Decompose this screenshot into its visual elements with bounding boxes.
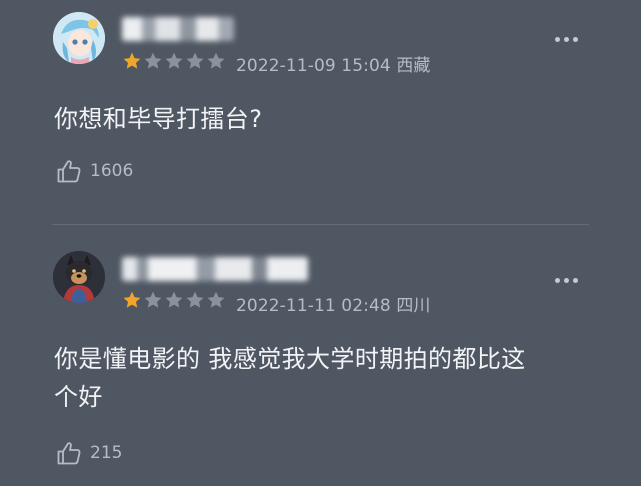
star-filled-icon <box>123 291 141 308</box>
comment-card: 2022-11-11 02:48 四川 你是懂电影的 我感觉我大学时期拍的都比这… <box>0 225 641 486</box>
username-blurred[interactable] <box>122 257 308 281</box>
star-filled-icon <box>123 52 141 69</box>
more-options-icon[interactable] <box>555 277 581 283</box>
thumbs-up-icon <box>57 160 81 183</box>
star-empty-icon <box>186 291 204 308</box>
more-options-icon[interactable] <box>555 36 581 42</box>
star-empty-icon <box>144 52 162 69</box>
avatar[interactable] <box>53 12 105 64</box>
comment-meta: 2022-11-09 15:04 西藏 <box>236 51 431 76</box>
avatar[interactable] <box>53 251 105 303</box>
comment-card: 2022-11-09 15:04 西藏 你想和毕导打擂台? 1606 <box>0 0 641 224</box>
thumbs-up-icon <box>57 442 81 465</box>
comment-region: 西藏 <box>396 56 431 76</box>
like-button[interactable]: 1606 <box>56 157 133 185</box>
star-rating <box>122 290 226 310</box>
comment-time: 2022-11-11 02:48 <box>236 296 391 316</box>
star-empty-icon <box>207 52 225 69</box>
star-empty-icon <box>144 291 162 308</box>
comment-feed: 2022-11-09 15:04 西藏 你想和毕导打擂台? 1606 2022-… <box>0 0 641 486</box>
star-empty-icon <box>186 52 204 69</box>
like-button[interactable]: 215 <box>56 439 122 467</box>
comment-region: 四川 <box>396 296 431 316</box>
star-empty-icon <box>165 52 183 69</box>
comment-time: 2022-11-09 15:04 <box>236 56 391 76</box>
star-rating <box>122 51 226 71</box>
comment-text: 你是懂电影的 我感觉我大学时期拍的都比这 个好 <box>54 345 526 411</box>
comment-meta: 2022-11-11 02:48 四川 <box>236 291 431 316</box>
like-count: 215 <box>90 443 123 463</box>
username-blurred[interactable] <box>122 17 234 41</box>
star-empty-icon <box>207 291 225 308</box>
comment-text: 你想和毕导打擂台? <box>54 105 263 133</box>
star-empty-icon <box>165 291 183 308</box>
like-count: 1606 <box>90 161 134 181</box>
